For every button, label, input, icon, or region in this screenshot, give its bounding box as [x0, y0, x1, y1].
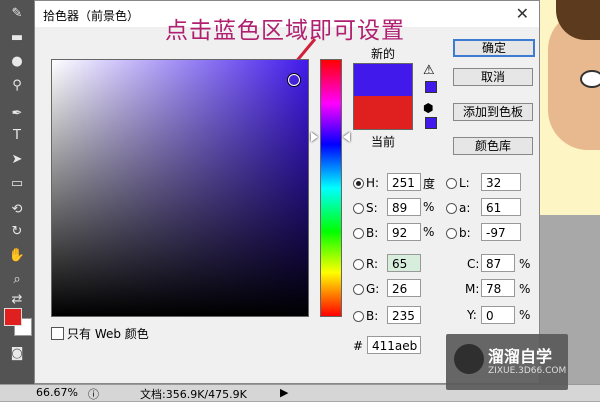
status-menu-arrow-icon[interactable]: ▶ — [280, 386, 288, 399]
color-libraries-button[interactable]: 颜色库 — [453, 137, 533, 155]
gamut-swatch[interactable] — [425, 81, 437, 93]
quick-mask-icon[interactable]: ◙ — [6, 344, 28, 362]
s-unit: % — [423, 200, 435, 214]
m-unit: % — [519, 282, 531, 296]
lab-b-label: b: — [459, 226, 471, 240]
brush-icon[interactable]: ✎ — [6, 4, 28, 22]
zoom-level[interactable]: 66.67% — [36, 386, 78, 399]
watermark-text: 溜溜自学 — [488, 347, 553, 366]
c-unit: % — [519, 257, 531, 271]
type-icon[interactable]: T — [6, 126, 28, 144]
r-input[interactable]: 65 — [387, 254, 421, 272]
lab-b-radio[interactable] — [446, 228, 457, 239]
cancel-button[interactable]: 取消 — [453, 68, 533, 86]
s-label: S: — [366, 201, 378, 215]
y-label: Y: — [467, 308, 477, 322]
y-input[interactable]: 0 — [481, 306, 515, 324]
cartoon-eye — [580, 70, 600, 88]
foreground-color-swatch[interactable] — [4, 308, 22, 326]
lab-a-option[interactable]: a: — [446, 198, 470, 218]
r-label: R: — [366, 257, 379, 271]
3d-rotate-icon[interactable]: ⟲ — [6, 200, 28, 218]
r-radio[interactable] — [353, 259, 364, 270]
add-to-swatches-button[interactable]: 添加到色板 — [453, 103, 533, 121]
g-radio[interactable] — [353, 284, 364, 295]
h-input[interactable]: 251 — [387, 173, 421, 191]
l-radio[interactable] — [446, 178, 457, 189]
s-input[interactable]: 89 — [387, 198, 421, 216]
close-icon[interactable]: ✕ — [516, 4, 529, 23]
m-input[interactable]: 78 — [481, 279, 515, 297]
dodge-icon[interactable]: ⚲ — [6, 76, 28, 94]
l-label: L: — [459, 176, 470, 190]
ok-button[interactable]: 确定 — [453, 39, 535, 57]
hue-slider-right-arrow-icon[interactable] — [343, 132, 350, 142]
h-unit: 度 — [423, 177, 436, 191]
web-only-label: 只有 Web 颜色 — [67, 327, 149, 341]
hex-label: # — [353, 339, 364, 353]
g-input[interactable]: 26 — [387, 279, 421, 297]
picker-cursor[interactable] — [288, 74, 300, 86]
l-input[interactable]: 32 — [481, 173, 521, 191]
a-label: a: — [459, 201, 471, 215]
blur-drop-icon[interactable]: ● — [6, 52, 28, 70]
out-of-gamut-warning-icon[interactable]: ⚠ — [423, 63, 435, 78]
h-label: H: — [366, 176, 380, 190]
c-label: C: — [467, 257, 480, 271]
web-safe-cube-icon[interactable]: ⬢ — [423, 101, 433, 115]
web-safe-swatch[interactable] — [425, 117, 437, 129]
pen-icon[interactable]: ✒ — [6, 104, 28, 122]
saturation-brightness-field[interactable] — [51, 59, 309, 317]
hue-slider[interactable] — [320, 59, 342, 317]
rgb-g-option[interactable]: G: — [353, 279, 379, 299]
lab-b-input[interactable]: -97 — [481, 223, 521, 241]
s-radio[interactable] — [353, 203, 364, 214]
y-unit: % — [519, 308, 531, 322]
play-logo-icon — [454, 344, 484, 374]
b-unit: % — [423, 225, 435, 239]
blue-label: B: — [366, 309, 379, 323]
b-radio[interactable] — [353, 228, 364, 239]
a-radio[interactable] — [446, 203, 457, 214]
rgb-b-option[interactable]: B: — [353, 306, 378, 326]
hex-input[interactable]: 411aeb — [367, 336, 421, 354]
b-input[interactable]: 92 — [387, 223, 421, 241]
a-input[interactable]: 61 — [481, 198, 521, 216]
3d-orbit-icon[interactable]: ↻ — [6, 222, 28, 240]
rectangle-icon[interactable]: ▭ — [6, 174, 28, 192]
web-only-checkbox[interactable] — [51, 327, 64, 340]
hsb-s-option[interactable]: S: — [353, 198, 378, 218]
lab-b-option[interactable]: b: — [446, 223, 471, 243]
tools-panel: ✎ ▬ ● ⚲ ✒ T ➤ ▭ ⟲ ↻ ✋ ⌕ ⇄ ◙ — [0, 0, 35, 386]
new-color-swatch — [353, 63, 413, 97]
hsb-b-option[interactable]: B: — [353, 223, 378, 243]
lab-l-option[interactable]: L: — [446, 173, 470, 193]
c-input[interactable]: 87 — [481, 254, 515, 272]
b-label: B: — [366, 226, 379, 240]
blue-input[interactable]: 235 — [387, 306, 421, 324]
h-radio[interactable] — [353, 178, 364, 189]
zoom-icon[interactable]: ⌕ — [6, 270, 28, 288]
new-color-label: 新的 — [371, 47, 396, 61]
m-label: M: — [465, 282, 480, 296]
current-color-label: 当前 — [371, 135, 396, 149]
hue-slider-left-arrow-icon[interactable] — [311, 132, 318, 142]
web-only-option[interactable]: 只有 Web 颜色 — [51, 325, 149, 342]
g-label: G: — [366, 282, 380, 296]
watermark-url: ZIXUE.3D66.COM — [488, 366, 567, 376]
color-picker-dialog: 拾色器（前景色） ✕ 点击蓝色区域即可设置 只有 Web 颜色 新的 当前 ⚠ … — [34, 0, 540, 384]
gradient-icon[interactable]: ▬ — [6, 28, 28, 46]
current-color-swatch[interactable] — [353, 96, 413, 130]
hand-icon[interactable]: ✋ — [6, 246, 28, 264]
rgb-r-option[interactable]: R: — [353, 254, 378, 274]
blue-radio[interactable] — [353, 311, 364, 322]
swap-colors-icon[interactable]: ⇄ — [6, 290, 28, 308]
dialog-title: 拾色器（前景色） — [43, 9, 140, 23]
path-select-icon[interactable]: ➤ — [6, 150, 28, 168]
hsb-h-option[interactable]: H: — [353, 173, 379, 193]
